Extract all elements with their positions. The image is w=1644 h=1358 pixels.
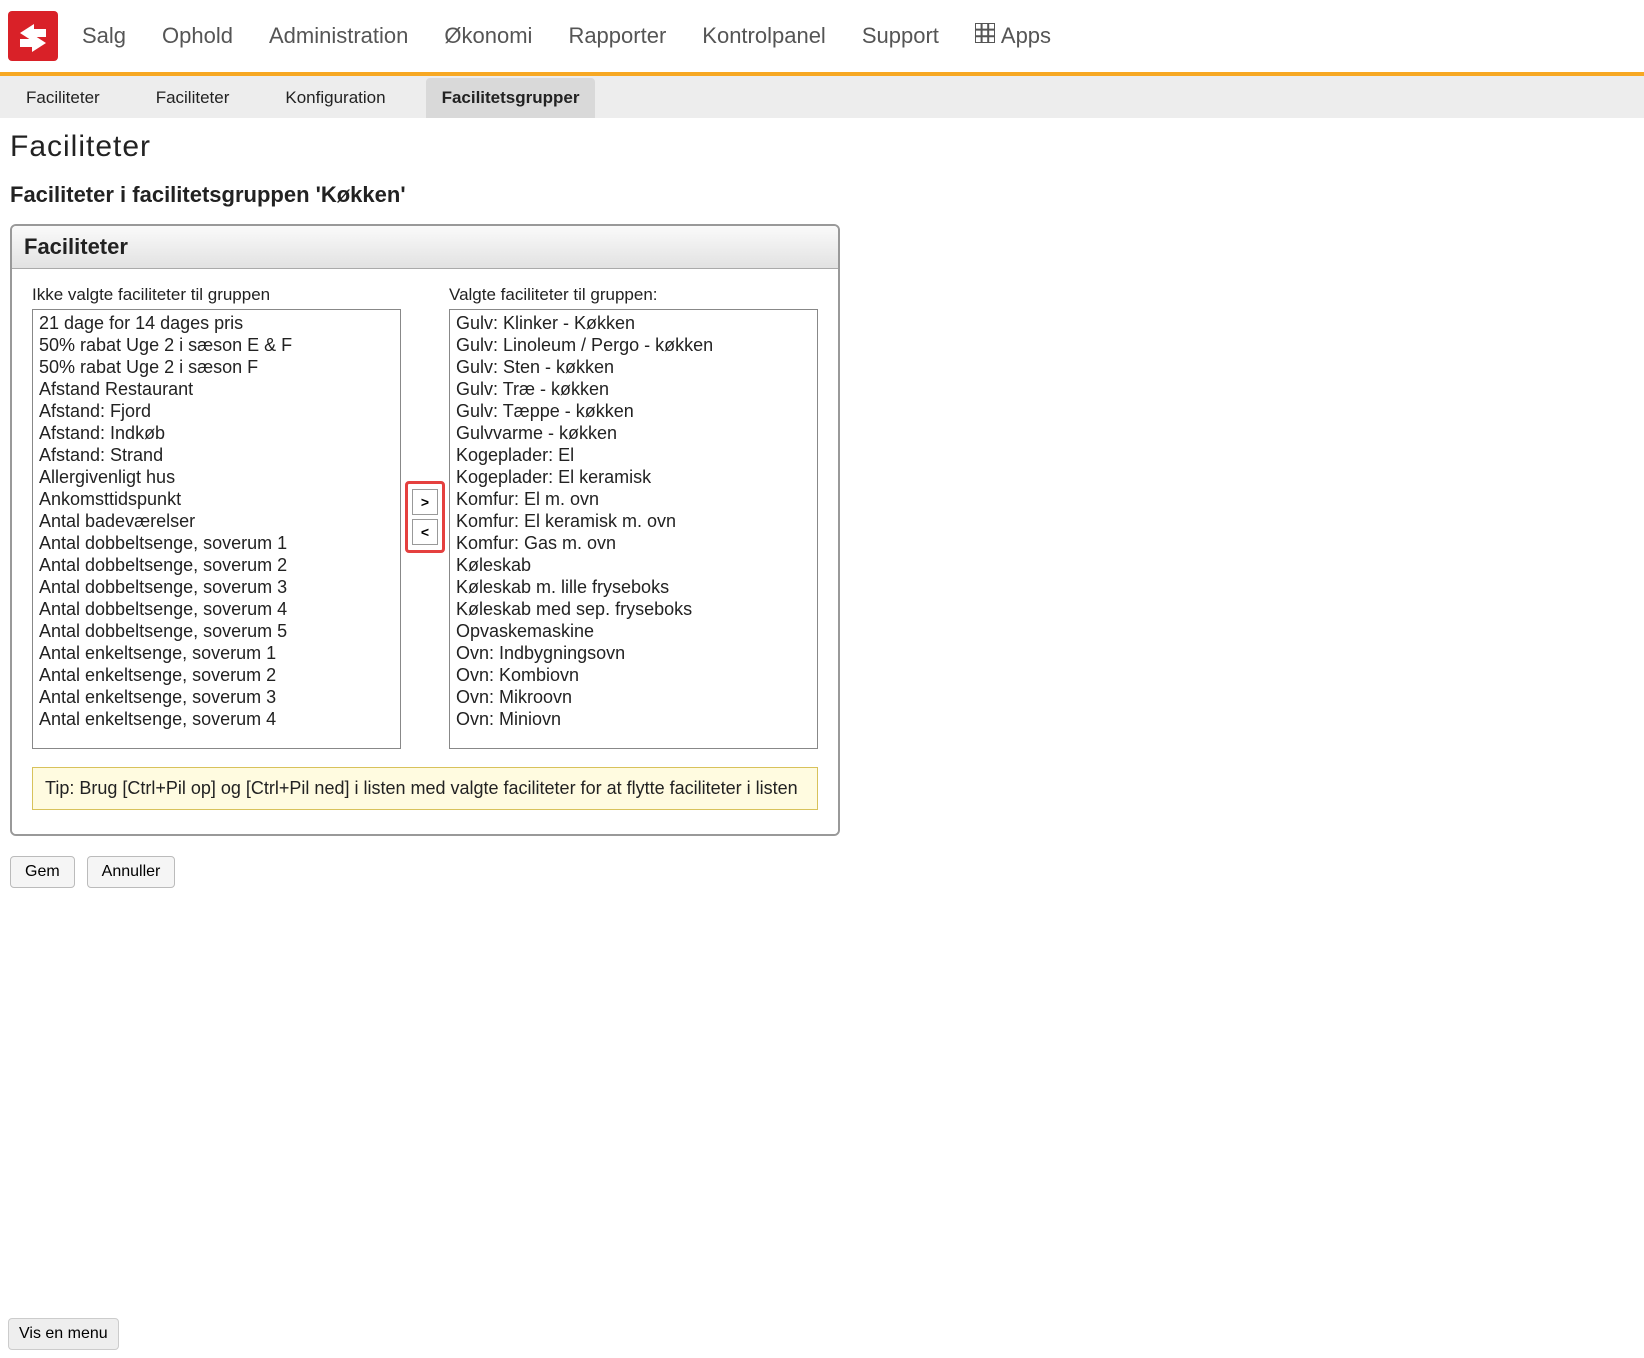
list-item[interactable]: Køleskab m. lille fryseboks	[450, 576, 817, 598]
tab-faciliteter-1[interactable]: Faciliteter	[10, 78, 116, 118]
list-item[interactable]: Komfur: El m. ovn	[450, 488, 817, 510]
list-item[interactable]: Gulv: Tæppe - køkken	[450, 400, 817, 422]
nav-kontrolpanel[interactable]: Kontrolpanel	[702, 23, 826, 49]
nav-apps[interactable]: Apps	[975, 23, 1051, 49]
list-item[interactable]: Gulv: Træ - køkken	[450, 378, 817, 400]
list-item[interactable]: Gulv: Linoleum / Pergo - køkken	[450, 334, 817, 356]
list-item[interactable]: Køleskab	[450, 554, 817, 576]
dual-list-columns: Ikke valgte faciliteter til gruppen 21 d…	[32, 285, 818, 749]
nav-salg[interactable]: Salg	[82, 23, 126, 49]
save-button[interactable]: Gem	[10, 856, 75, 888]
list-item[interactable]: Antal dobbeltsenge, soverum 4	[33, 598, 400, 620]
list-item[interactable]: Antal dobbeltsenge, soverum 5	[33, 620, 400, 642]
content: Faciliteter Faciliteter i facilitetsgrup…	[0, 118, 1644, 928]
selected-column: Valgte faciliteter til gruppen: Gulv: Kl…	[449, 285, 818, 749]
show-menu-button[interactable]: Vis en menu	[8, 1318, 119, 1350]
list-item[interactable]: Antal enkeltsenge, soverum 4	[33, 708, 400, 730]
bottom-menu: Vis en menu	[8, 1318, 119, 1350]
list-item[interactable]: Antal dobbeltsenge, soverum 2	[33, 554, 400, 576]
list-item[interactable]: Ovn: Indbygningsovn	[450, 642, 817, 664]
list-item[interactable]: 50% rabat Uge 2 i sæson E & F	[33, 334, 400, 356]
list-item[interactable]: Komfur: Gas m. ovn	[450, 532, 817, 554]
grid-icon	[975, 23, 995, 49]
selected-label: Valgte faciliteter til gruppen:	[449, 285, 818, 305]
list-item[interactable]: Afstand: Indkøb	[33, 422, 400, 444]
move-left-button[interactable]: <	[412, 519, 438, 545]
list-item[interactable]: Afstand: Fjord	[33, 400, 400, 422]
move-right-button[interactable]: >	[412, 489, 438, 515]
footer-buttons: Gem Annuller	[10, 856, 1634, 888]
tab-faciliteter-2[interactable]: Faciliteter	[140, 78, 246, 118]
available-column: Ikke valgte faciliteter til gruppen 21 d…	[32, 285, 401, 749]
list-item[interactable]: Antal dobbeltsenge, soverum 1	[33, 532, 400, 554]
nav-okonomi[interactable]: Økonomi	[444, 23, 532, 49]
list-item[interactable]: Afstand: Strand	[33, 444, 400, 466]
list-item[interactable]: Gulv: Klinker - Køkken	[450, 312, 817, 334]
list-item[interactable]: Afstand Restaurant	[33, 378, 400, 400]
list-item[interactable]: Antal enkeltsenge, soverum 1	[33, 642, 400, 664]
subtabs: Faciliteter Faciliteter Konfiguration Fa…	[0, 76, 1644, 118]
topbar: Salg Ophold Administration Økonomi Rappo…	[0, 0, 1644, 72]
list-item[interactable]: 50% rabat Uge 2 i sæson F	[33, 356, 400, 378]
list-item[interactable]: Opvaskemaskine	[450, 620, 817, 642]
available-listbox[interactable]: 21 dage for 14 dages pris50% rabat Uge 2…	[32, 309, 401, 749]
page-title: Faciliteter	[10, 130, 1634, 164]
list-item[interactable]: Kogeplader: El	[450, 444, 817, 466]
list-item[interactable]: 21 dage for 14 dages pris	[33, 312, 400, 334]
nav-apps-label: Apps	[1001, 23, 1051, 49]
available-label: Ikke valgte faciliteter til gruppen	[32, 285, 401, 305]
list-item[interactable]: Allergivenligt hus	[33, 466, 400, 488]
move-buttons: > <	[401, 285, 449, 749]
list-item[interactable]: Antal badeværelser	[33, 510, 400, 532]
list-item[interactable]: Ovn: Mikroovn	[450, 686, 817, 708]
panel-header: Faciliteter	[12, 226, 838, 269]
page-subtitle: Faciliteter i facilitetsgruppen 'Køkken'	[10, 182, 1634, 208]
tab-facilitetsgrupper[interactable]: Facilitetsgrupper	[426, 78, 596, 118]
list-item[interactable]: Kogeplader: El keramisk	[450, 466, 817, 488]
selected-listbox[interactable]: Gulv: Klinker - KøkkenGulv: Linoleum / P…	[449, 309, 818, 749]
list-item[interactable]: Ovn: Miniovn	[450, 708, 817, 730]
list-item[interactable]: Ovn: Kombiovn	[450, 664, 817, 686]
facilities-panel: Faciliteter Ikke valgte faciliteter til …	[10, 224, 840, 836]
nav-administration[interactable]: Administration	[269, 23, 408, 49]
list-item[interactable]: Køleskab med sep. fryseboks	[450, 598, 817, 620]
list-item[interactable]: Antal enkeltsenge, soverum 2	[33, 664, 400, 686]
list-item[interactable]: Antal enkeltsenge, soverum 3	[33, 686, 400, 708]
list-item[interactable]: Gulv: Sten - køkken	[450, 356, 817, 378]
list-item[interactable]: Komfur: El keramisk m. ovn	[450, 510, 817, 532]
cancel-button[interactable]: Annuller	[87, 856, 176, 888]
nav-support[interactable]: Support	[862, 23, 939, 49]
list-item[interactable]: Antal dobbeltsenge, soverum 3	[33, 576, 400, 598]
tab-konfiguration[interactable]: Konfiguration	[269, 78, 401, 118]
list-item[interactable]: Ankomsttidspunkt	[33, 488, 400, 510]
list-item[interactable]: Gulvvarme - køkken	[450, 422, 817, 444]
logo-icon	[8, 11, 58, 61]
tip-box: Tip: Brug [Ctrl+Pil op] og [Ctrl+Pil ned…	[32, 767, 818, 810]
top-nav: Salg Ophold Administration Økonomi Rappo…	[82, 23, 1051, 49]
nav-rapporter[interactable]: Rapporter	[568, 23, 666, 49]
nav-ophold[interactable]: Ophold	[162, 23, 233, 49]
panel-body: Ikke valgte faciliteter til gruppen 21 d…	[12, 269, 838, 834]
